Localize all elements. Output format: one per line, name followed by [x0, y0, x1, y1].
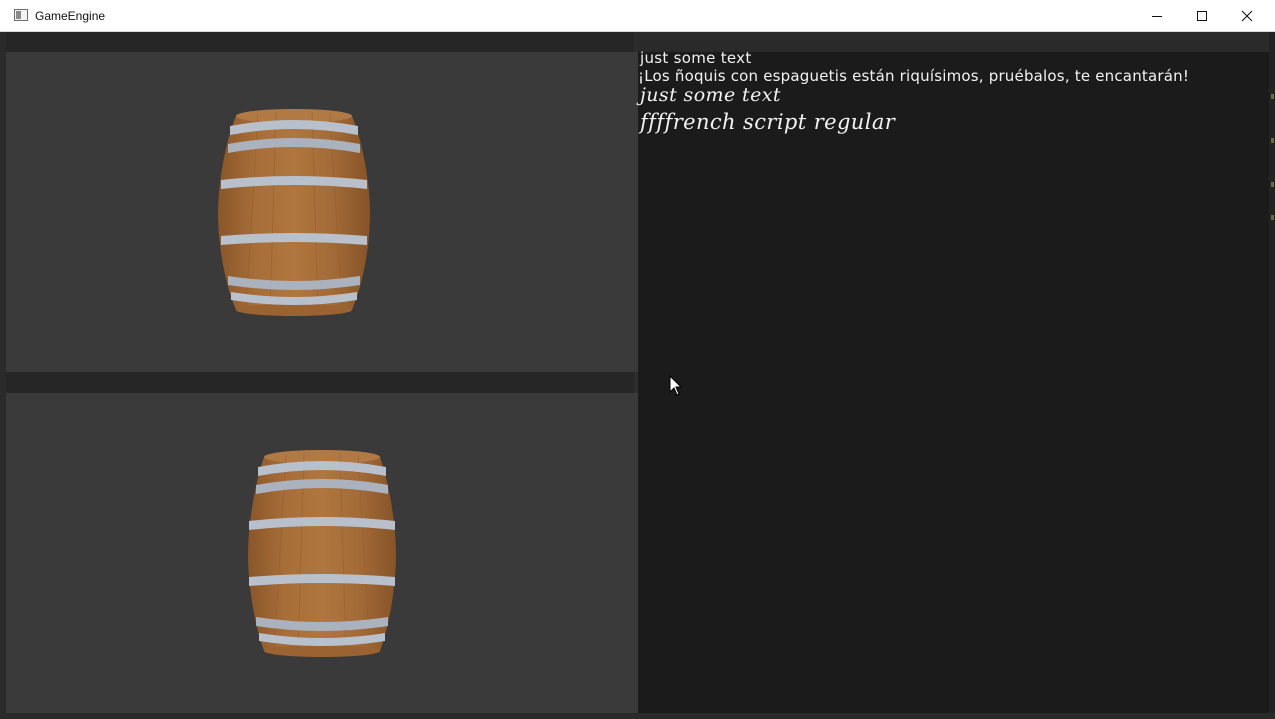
minimize-icon [1152, 16, 1162, 17]
minimize-button[interactable] [1134, 0, 1180, 32]
top-viewport-header [6, 32, 634, 52]
close-icon [1241, 10, 1253, 22]
maximize-icon [1197, 11, 1207, 21]
maximize-button[interactable] [1179, 0, 1225, 32]
bottom-viewport-header [6, 372, 634, 393]
window-bottom-edge [0, 713, 1275, 719]
mouse-cursor-icon [669, 375, 683, 396]
top-viewport[interactable] [6, 52, 638, 372]
bottom-viewport[interactable] [6, 393, 638, 713]
text-line-1: just some text [640, 49, 752, 67]
title-bar: GameEngine [0, 0, 1275, 32]
close-button[interactable] [1224, 0, 1270, 32]
text-line-3: just some text [640, 84, 781, 106]
app-window-icon[interactable] [14, 9, 28, 21]
text-line-2: ¡Los ñoquis con espaguetis están riquísi… [638, 67, 1190, 85]
text-render-panel: just some text ¡Los ñoquis con espagueti… [638, 49, 1269, 713]
barrel-model [218, 109, 370, 316]
panel-divider [634, 32, 638, 52]
window-right-edge [1269, 32, 1275, 719]
barrel-model-bottom [248, 450, 396, 657]
window-title: GameEngine [35, 9, 106, 23]
text-line-4: ffffrench script regular [640, 110, 896, 134]
